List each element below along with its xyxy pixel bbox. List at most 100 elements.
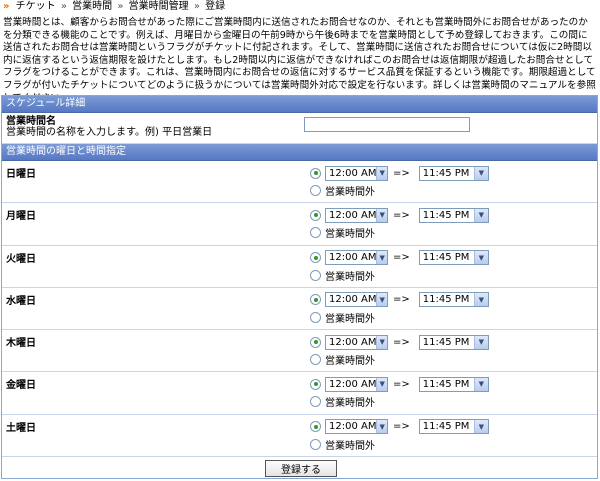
end-time-value: 11:45 PM	[422, 336, 470, 348]
days-section-header: 営業時間の曜日と時間指定	[2, 144, 597, 161]
chevron-down-icon: ▼	[473, 251, 488, 265]
chevron-down-icon: ▼	[376, 251, 387, 265]
start-time-value: 12:00 AM	[329, 378, 377, 390]
end-time-value: 11:45 PM	[422, 167, 470, 179]
range-arrow: =>	[393, 378, 410, 390]
chevron-down-icon: ▼	[473, 335, 488, 349]
closed-line: 営業時間外	[310, 438, 375, 452]
outside-hours-label: 営業時間外	[325, 313, 375, 325]
end-time-select[interactable]: 11:45 PM ▼	[418, 165, 489, 181]
outside-hours-radio[interactable]	[310, 269, 321, 281]
range-arrow: =>	[393, 209, 410, 221]
outside-hours-radio[interactable]	[310, 227, 321, 239]
start-time-value: 12:00 AM	[329, 167, 377, 179]
end-time-value: 11:45 PM	[422, 252, 470, 264]
breadcrumb-separator: »	[60, 1, 67, 12]
open-hours-line: 12:00 AM ▼ => 11:45 PM ▼	[310, 419, 489, 435]
breadcrumb-separator: »	[117, 1, 124, 12]
day-row: 日曜日 12:00 AM ▼ => 11:45 PM ▼ 営業時間外	[2, 161, 597, 204]
breadcrumb-business-hours-link[interactable]: 営業時間	[72, 1, 112, 12]
days-list: 日曜日 12:00 AM ▼ => 11:45 PM ▼ 営業時間外 月曜日 1…	[2, 161, 597, 458]
open-hours-line: 12:00 AM ▼ => 11:45 PM ▼	[310, 334, 489, 350]
day-row: 土曜日 12:00 AM ▼ => 11:45 PM ▼ 営業時間外	[2, 415, 597, 458]
open-hours-radio[interactable]	[310, 336, 321, 348]
start-time-select[interactable]: 12:00 AM ▼	[325, 165, 388, 181]
breadcrumb: » チケット » 営業時間 » 営業時間管理 » 登録	[0, 0, 600, 14]
closed-line: 営業時間外	[310, 184, 375, 198]
open-hours-line: 12:00 AM ▼ => 11:45 PM ▼	[310, 376, 489, 392]
closed-line: 営業時間外	[310, 353, 375, 368]
breadcrumb-current: 登録	[205, 1, 226, 12]
day-row: 月曜日 12:00 AM ▼ => 11:45 PM ▼ 営業時間外	[2, 203, 597, 246]
range-arrow: =>	[393, 336, 410, 348]
chevron-down-icon: ▼	[376, 420, 387, 434]
end-time-select[interactable]: 11:45 PM ▼	[418, 419, 489, 435]
name-help-text: 営業時間の名称を入力します。例) 平日営業日	[6, 127, 213, 138]
start-time-value: 12:00 AM	[329, 421, 377, 433]
chevron-down-icon: ▼	[376, 293, 387, 307]
name-label: 営業時間名	[6, 116, 56, 127]
name-input[interactable]	[304, 117, 470, 132]
open-hours-radio[interactable]	[310, 209, 321, 221]
end-time-value: 11:45 PM	[422, 378, 470, 390]
chevron-down-icon: ▼	[473, 420, 488, 434]
day-label: 水曜日	[6, 295, 36, 307]
day-label: 日曜日	[6, 169, 36, 180]
open-hours-line: 12:00 AM ▼ => 11:45 PM ▼	[310, 292, 489, 308]
start-time-value: 12:00 AM	[329, 336, 377, 348]
closed-line: 営業時間外	[310, 395, 375, 409]
end-time-select[interactable]: 11:45 PM ▼	[418, 334, 489, 350]
end-time-select[interactable]: 11:45 PM ▼	[418, 292, 489, 308]
outside-hours-radio[interactable]	[310, 396, 321, 408]
name-label-group: 営業時間名 営業時間の名称を入力します。例) 平日営業日	[6, 116, 212, 138]
outside-hours-label: 営業時間外	[325, 271, 375, 283]
closed-line: 営業時間外	[310, 226, 375, 241]
range-arrow: =>	[393, 252, 410, 264]
chevron-down-icon: ▼	[473, 377, 488, 391]
day-label: 金曜日	[6, 380, 36, 392]
end-time-value: 11:45 PM	[422, 421, 470, 433]
open-hours-line: 12:00 AM ▼ => 11:45 PM ▼	[310, 207, 489, 223]
outside-hours-label: 営業時間外	[325, 229, 375, 241]
outside-hours-radio[interactable]	[310, 354, 321, 366]
open-hours-radio[interactable]	[310, 378, 321, 390]
name-row: 営業時間名 営業時間の名称を入力します。例) 平日営業日	[2, 113, 597, 144]
day-label: 木曜日	[6, 338, 36, 350]
outside-hours-radio[interactable]	[310, 438, 321, 450]
end-time-select[interactable]: 11:45 PM ▼	[418, 376, 489, 392]
end-time-value: 11:45 PM	[422, 294, 470, 306]
range-arrow: =>	[393, 421, 410, 433]
form-footer: 登録する	[2, 457, 597, 479]
start-time-select[interactable]: 12:00 AM ▼	[325, 419, 388, 435]
day-row: 水曜日 12:00 AM ▼ => 11:45 PM ▼ 営業時間外	[2, 288, 597, 331]
closed-line: 営業時間外	[310, 269, 375, 283]
outside-hours-label: 営業時間外	[325, 440, 375, 452]
outside-hours-radio[interactable]	[310, 185, 321, 196]
open-hours-line: 12:00 AM ▼ => 11:45 PM ▼	[310, 165, 489, 181]
open-hours-radio[interactable]	[310, 294, 321, 306]
start-time-value: 12:00 AM	[329, 294, 377, 306]
outside-hours-label: 営業時間外	[325, 356, 375, 368]
breadcrumb-ticket-link[interactable]: チケット	[16, 1, 56, 12]
outside-hours-radio[interactable]	[310, 311, 321, 323]
description-text: 営業時間とは、顧客からお問合せがあった際にご営業時間内に送信されたお問合せなのか…	[3, 17, 596, 95]
start-time-select[interactable]: 12:00 AM ▼	[325, 376, 388, 392]
open-hours-radio[interactable]	[310, 421, 321, 433]
chevron-down-icon: ▼	[473, 166, 488, 180]
start-time-select[interactable]: 12:00 AM ▼	[325, 292, 388, 308]
open-hours-radio[interactable]	[310, 167, 321, 179]
chevron-down-icon: ▼	[473, 208, 488, 222]
start-time-select[interactable]: 12:00 AM ▼	[325, 207, 388, 223]
day-label: 土曜日	[6, 422, 36, 434]
breadcrumb-management-link[interactable]: 営業時間管理	[129, 1, 189, 12]
chevron-down-icon: ▼	[376, 208, 387, 222]
start-time-select[interactable]: 12:00 AM ▼	[325, 334, 388, 350]
open-hours-radio[interactable]	[310, 252, 321, 264]
day-label: 火曜日	[6, 253, 36, 265]
start-time-select[interactable]: 12:00 AM ▼	[325, 250, 388, 266]
submit-button[interactable]: 登録する	[265, 460, 337, 478]
end-time-select[interactable]: 11:45 PM ▼	[418, 250, 489, 266]
closed-line: 営業時間外	[310, 311, 375, 325]
end-time-select[interactable]: 11:45 PM ▼	[418, 207, 489, 223]
chevron-down-icon: ▼	[376, 166, 387, 180]
